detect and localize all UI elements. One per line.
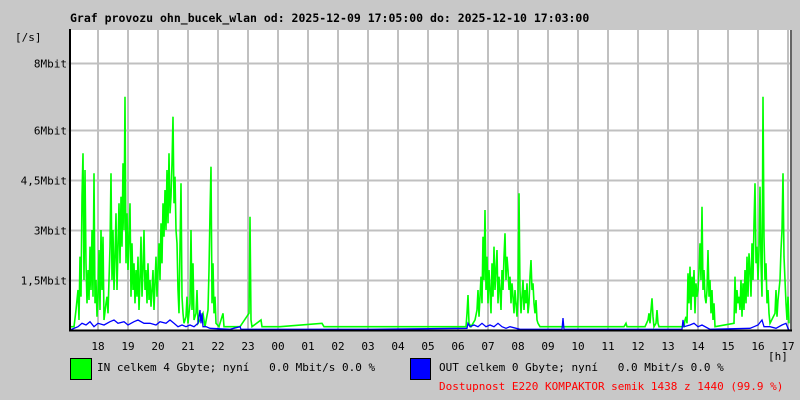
- x-tick-label: 05: [421, 340, 434, 353]
- y-axis-unit: [/s]: [15, 31, 42, 44]
- x-axis-labels: 18 19 20 21 22 23 00 01 02 03 04 05 06 07 08 09 10 11 12 13…: [91, 340, 794, 353]
- legend-in-text: IN celkem 4 Gbyte; nyní 0.0 Mbit/s 0.0 %: [97, 361, 376, 374]
- legend-out-swatch: [410, 358, 431, 380]
- x-tick-label: 07: [481, 340, 494, 353]
- x-tick-label: 11: [601, 340, 614, 353]
- legend-in-swatch: [70, 358, 92, 380]
- x-tick-label: 08: [511, 340, 524, 353]
- x-tick-label: 13: [661, 340, 674, 353]
- x-tick-label: 00: [271, 340, 284, 353]
- y-tick-label: 1,5Mbit: [21, 275, 67, 288]
- x-tick-label: 10: [571, 340, 584, 353]
- x-tick-label: 15: [721, 340, 734, 353]
- y-axis-labels: 8Mbit 6Mbit 4,5Mbit 3Mbit 1,5Mbit: [21, 58, 67, 288]
- x-tick-label: 21: [181, 340, 194, 353]
- x-tick-label: 02: [331, 340, 344, 353]
- availability-text: Dostupnost E220 KOMPAKTOR semik 1438 z 1…: [439, 380, 783, 393]
- traffic-chart: Graf provozu ohn_bucek_wlan od: 2025-12-…: [15, 11, 795, 393]
- x-tick-label: 06: [451, 340, 464, 353]
- x-tick-label: 22: [211, 340, 224, 353]
- y-tick-label: 3Mbit: [34, 225, 67, 238]
- x-tick-label: 23: [241, 340, 254, 353]
- x-tick-label: 04: [391, 340, 405, 353]
- x-tick-label: 18: [91, 340, 104, 353]
- x-tick-label: 09: [541, 340, 554, 353]
- x-tick-label: 01: [301, 340, 314, 353]
- x-tick-label: 16: [751, 340, 764, 353]
- x-tick-label: 03: [361, 340, 374, 353]
- x-tick-label: 14: [691, 340, 705, 353]
- legend-out-text: OUT celkem 0 Gbyte; nyní 0.0 Mbit/s 0.0 …: [439, 361, 724, 374]
- y-tick-label: 4,5Mbit: [21, 175, 67, 188]
- x-tick-label: 20: [151, 340, 164, 353]
- y-tick-label: 6Mbit: [34, 125, 67, 138]
- x-axis-unit: [h]: [768, 350, 788, 363]
- x-tick-label: 12: [631, 340, 644, 353]
- y-tick-label: 8Mbit: [34, 58, 67, 71]
- chart-title: Graf provozu ohn_bucek_wlan od: 2025-12-…: [70, 11, 589, 26]
- x-tick-label: 19: [121, 340, 134, 353]
